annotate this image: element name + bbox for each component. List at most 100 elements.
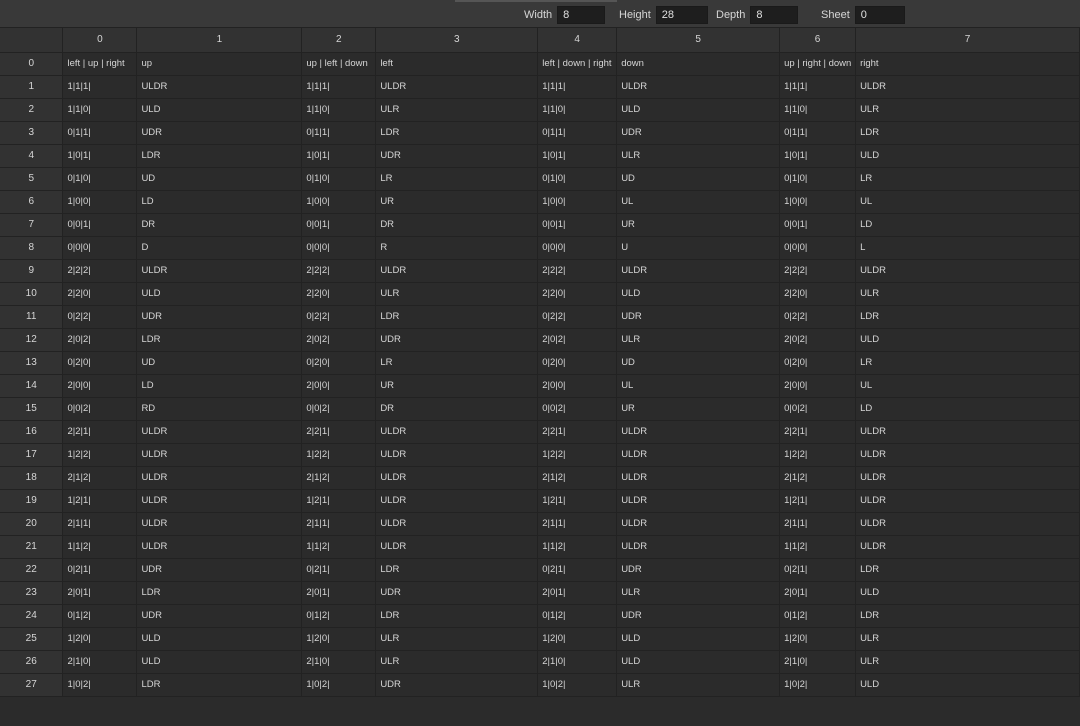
grid-cell[interactable]: 2|0|0| xyxy=(62,374,138,398)
grid-cell[interactable]: UDR xyxy=(136,558,303,582)
row-header-26[interactable]: 26 xyxy=(0,650,64,674)
column-header-5[interactable]: 5 xyxy=(616,28,781,53)
grid-cell[interactable]: UDR xyxy=(136,121,303,145)
row-header-6[interactable]: 6 xyxy=(0,190,64,214)
row-header-8[interactable]: 8 xyxy=(0,236,64,260)
grid-cell[interactable]: ULD xyxy=(136,650,303,674)
grid-cell[interactable]: LDR xyxy=(136,581,303,605)
grid-cell[interactable]: 2|0|0| xyxy=(779,374,857,398)
column-header-3[interactable]: 3 xyxy=(375,28,539,53)
grid-cell[interactable]: up | left | down xyxy=(301,52,377,76)
grid-cell[interactable]: LDR xyxy=(136,328,303,352)
grid-cell[interactable]: 1|1|0| xyxy=(62,98,138,122)
grid-cell[interactable]: 2|1|1| xyxy=(301,512,377,536)
grid-cell[interactable]: 0|1|1| xyxy=(779,121,857,145)
grid-cell[interactable]: right xyxy=(855,52,1080,76)
grid-cell[interactable]: 2|2|0| xyxy=(779,282,857,306)
grid-cell[interactable]: LDR xyxy=(855,558,1080,582)
grid-cell[interactable]: ULDR xyxy=(616,443,781,467)
grid-cell[interactable]: 1|2|1| xyxy=(62,489,138,513)
grid-cell[interactable]: 2|1|0| xyxy=(779,650,857,674)
grid-cell[interactable]: ULR xyxy=(855,650,1080,674)
grid-cell[interactable]: 0|1|2| xyxy=(537,604,618,628)
grid-cell[interactable]: 1|1|0| xyxy=(779,98,857,122)
grid-cell[interactable]: LD xyxy=(855,213,1080,237)
grid-cell[interactable]: ULDR xyxy=(375,466,539,490)
grid-cell[interactable]: 1|2|1| xyxy=(779,489,857,513)
grid-cell[interactable]: 1|1|1| xyxy=(537,75,618,99)
grid-cell[interactable]: ULDR xyxy=(136,443,303,467)
grid-corner[interactable] xyxy=(0,28,64,53)
grid-cell[interactable]: 1|0|1| xyxy=(301,144,377,168)
grid-cell[interactable]: ULDR xyxy=(136,420,303,444)
grid-cell[interactable]: ULDR xyxy=(855,75,1080,99)
row-header-23[interactable]: 23 xyxy=(0,581,64,605)
grid-cell[interactable]: 1|2|2| xyxy=(62,443,138,467)
grid-cell[interactable]: ULR xyxy=(616,144,781,168)
grid-cell[interactable]: ULR xyxy=(375,282,539,306)
grid-cell[interactable]: 2|1|0| xyxy=(62,650,138,674)
grid-cell[interactable]: 0|0|1| xyxy=(301,213,377,237)
grid-cell[interactable]: 1|1|2| xyxy=(301,535,377,559)
grid-cell[interactable]: 2|1|0| xyxy=(537,650,618,674)
grid-cell[interactable]: ULD xyxy=(616,282,781,306)
grid-cell[interactable]: up xyxy=(136,52,303,76)
grid-cell[interactable]: left xyxy=(375,52,539,76)
grid-cell[interactable]: ULD xyxy=(616,627,781,651)
grid-cell[interactable]: 1|0|0| xyxy=(779,190,857,214)
grid-cell[interactable]: 2|1|2| xyxy=(779,466,857,490)
grid-cell[interactable]: 2|0|1| xyxy=(62,581,138,605)
grid-cell[interactable]: ULD xyxy=(616,98,781,122)
grid-cell[interactable]: ULR xyxy=(855,98,1080,122)
grid-cell[interactable]: 0|2|1| xyxy=(301,558,377,582)
grid-cell[interactable]: ULR xyxy=(855,627,1080,651)
grid-cell[interactable]: ULDR xyxy=(616,489,781,513)
grid-cell[interactable]: 0|1|2| xyxy=(62,604,138,628)
grid-cell[interactable]: 1|1|2| xyxy=(537,535,618,559)
grid-cell[interactable]: ULDR xyxy=(855,535,1080,559)
grid-cell[interactable]: ULDR xyxy=(855,512,1080,536)
grid-cell[interactable]: 1|1|2| xyxy=(779,535,857,559)
grid-cell[interactable]: ULDR xyxy=(136,489,303,513)
grid-cell[interactable]: D xyxy=(136,236,303,260)
grid-cell[interactable]: 0|2|2| xyxy=(537,305,618,329)
grid-cell[interactable]: 1|0|2| xyxy=(62,673,138,697)
grid-cell[interactable]: 1|2|2| xyxy=(537,443,618,467)
grid-cell[interactable]: 1|2|0| xyxy=(62,627,138,651)
grid-cell[interactable]: ULDR xyxy=(855,259,1080,283)
grid-cell[interactable]: 0|1|1| xyxy=(62,121,138,145)
grid-cell[interactable]: 0|2|1| xyxy=(779,558,857,582)
grid-cell[interactable]: LDR xyxy=(855,121,1080,145)
grid-cell[interactable]: ULDR xyxy=(616,535,781,559)
grid-cell[interactable]: 1|2|2| xyxy=(301,443,377,467)
column-header-7[interactable]: 7 xyxy=(855,28,1080,53)
grid-cell[interactable]: ULD xyxy=(855,673,1080,697)
grid-cell[interactable]: UDR xyxy=(375,673,539,697)
row-header-10[interactable]: 10 xyxy=(0,282,64,306)
grid-cell[interactable]: LD xyxy=(136,190,303,214)
grid-cell[interactable]: 2|2|2| xyxy=(537,259,618,283)
grid-cell[interactable]: LDR xyxy=(375,121,539,145)
grid-cell[interactable]: 1|2|0| xyxy=(779,627,857,651)
grid-cell[interactable]: 0|2|0| xyxy=(62,351,138,375)
grid-cell[interactable]: ULR xyxy=(375,98,539,122)
grid-cell[interactable]: 0|2|2| xyxy=(301,305,377,329)
grid-cell[interactable]: 0|2|2| xyxy=(62,305,138,329)
grid-cell[interactable]: 2|0|0| xyxy=(301,374,377,398)
grid-cell[interactable]: 1|0|1| xyxy=(62,144,138,168)
grid-cell[interactable]: 1|2|1| xyxy=(301,489,377,513)
grid-cell[interactable]: 2|2|2| xyxy=(779,259,857,283)
grid-cell[interactable]: ULDR xyxy=(616,466,781,490)
grid-cell[interactable]: 2|2|2| xyxy=(62,259,138,283)
grid-cell[interactable]: 0|0|0| xyxy=(301,236,377,260)
grid-cell[interactable]: 1|0|0| xyxy=(62,190,138,214)
grid-cell[interactable]: ULDR xyxy=(855,466,1080,490)
grid-cell[interactable]: 0|1|1| xyxy=(537,121,618,145)
grid-cell[interactable]: LDR xyxy=(855,604,1080,628)
grid-cell[interactable]: ULR xyxy=(616,328,781,352)
grid-cell[interactable]: 2|0|1| xyxy=(779,581,857,605)
grid-cell[interactable]: ULDR xyxy=(855,443,1080,467)
grid-cell[interactable]: 2|2|1| xyxy=(537,420,618,444)
grid-cell[interactable]: ULD xyxy=(616,650,781,674)
grid-cell[interactable]: 2|0|2| xyxy=(779,328,857,352)
